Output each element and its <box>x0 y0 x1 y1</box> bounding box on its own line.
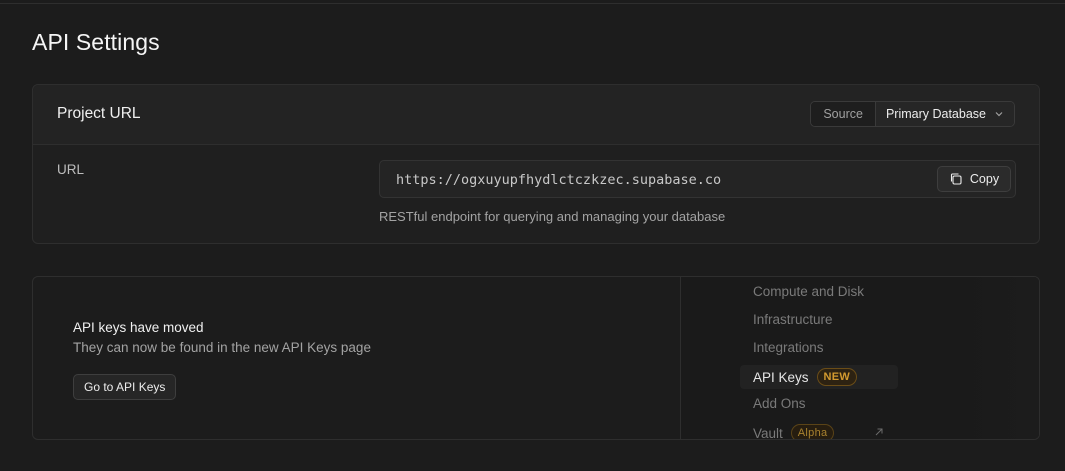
menu-item-label: Integrations <box>753 340 824 355</box>
menu-item-label: API Keys <box>753 369 809 385</box>
api-keys-moved-description: They can now be found in the new API Key… <box>73 340 371 355</box>
menu-item-infrastructure: Infrastructure <box>753 312 833 327</box>
copy-button[interactable]: Copy <box>937 166 1011 192</box>
project-url-title: Project URL <box>57 105 141 122</box>
source-value: Primary Database <box>885 107 986 121</box>
project-url-header: Project URL Source Primary Database <box>33 85 1039 145</box>
menu-item-compute-and-disk: Compute and Disk <box>753 284 864 299</box>
chevron-down-icon <box>995 112 1003 117</box>
menu-item-integrations: Integrations <box>753 340 824 355</box>
api-keys-moved-title: API keys have moved <box>73 320 204 335</box>
page-title: API Settings <box>32 29 160 55</box>
url-field[interactable]: https://ogxuyupfhydlctczkzec.supabase.co… <box>379 160 1016 198</box>
source-selector: Source Primary Database <box>810 101 1015 127</box>
alpha-badge: Alpha <box>790 424 835 439</box>
new-badge: NEW <box>816 368 858 386</box>
top-divider <box>0 3 1065 4</box>
menu-item-label: Add Ons <box>753 396 806 411</box>
menu-preview-fade <box>951 277 1039 439</box>
copy-icon <box>950 173 962 185</box>
go-to-api-keys-button[interactable]: Go to API Keys <box>73 374 177 400</box>
source-label: Source <box>811 102 876 126</box>
external-link-icon <box>875 428 883 436</box>
project-url-panel: Project URL Source Primary Database URL … <box>32 84 1040 244</box>
menu-item-label: Infrastructure <box>753 312 833 327</box>
menu-item-label: Vault <box>753 425 783 440</box>
menu-item-add-ons: Add Ons <box>753 396 806 411</box>
api-keys-moved-panel: API keys have moved They can now be foun… <box>32 276 1040 440</box>
menu-item-api-keys: API Keys NEW <box>753 368 858 386</box>
menu-item-label: Compute and Disk <box>753 284 865 299</box>
url-help-text: RESTful endpoint for querying and managi… <box>379 209 726 224</box>
url-label: URL <box>57 162 85 177</box>
url-value: https://ogxuyupfhydlctczkzec.supabase.co <box>396 172 722 188</box>
menu-preview: Compute and Disk Infrastructure Integrat… <box>680 277 1039 440</box>
menu-item-vault: Vault Alpha <box>753 424 835 440</box>
copy-label: Copy <box>969 172 1000 186</box>
source-dropdown[interactable]: Primary Database <box>875 102 1014 126</box>
